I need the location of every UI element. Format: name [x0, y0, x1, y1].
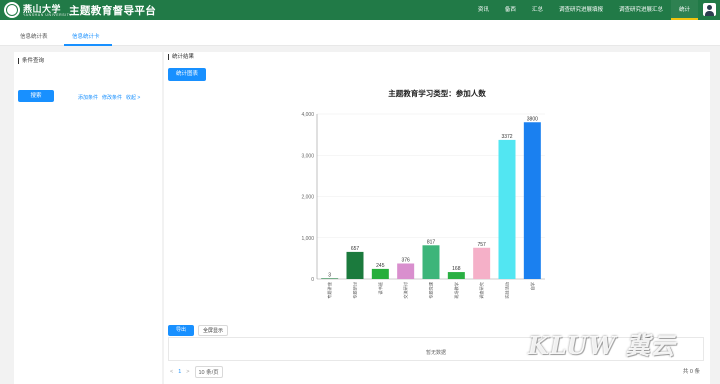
- main-nav: 资讯 备西 汇总 调查研究进展填报 调查研究进展汇总 统计: [470, 0, 698, 20]
- bar-value-label: 245: [376, 263, 385, 269]
- next-page-icon[interactable]: >: [186, 369, 189, 375]
- nav-item-research-report[interactable]: 调查研究进展填报: [551, 0, 611, 20]
- active-tab-indicator: [64, 44, 112, 46]
- search-button[interactable]: 搜索: [18, 90, 54, 102]
- condition-links: 添加条件 修改条件 收起 >: [78, 94, 140, 101]
- nav-item-statistics[interactable]: 统计: [670, 0, 698, 20]
- fullscreen-button[interactable]: 全屏显示: [198, 325, 228, 336]
- university-logo-icon: [4, 2, 20, 18]
- bar: [447, 272, 465, 279]
- watermark-logo: KLUW 冀云: [528, 331, 676, 360]
- bar-chart: 0 1,000 2,000 3,000 4,000 3 专题讲座 657 专题研讨 245 读书班 3…: [301, 112, 545, 299]
- bar: [397, 263, 415, 279]
- x-tick-label: 自学: [529, 282, 536, 290]
- x-tick-label: 读书班: [377, 282, 384, 295]
- bar-value-label: 757: [477, 242, 486, 248]
- sub-tabs: 信息统计表 信息统计卡: [0, 20, 720, 46]
- bar: [473, 247, 491, 279]
- condition-panel-title: 条件查询: [18, 58, 44, 64]
- bar-value-label: 376: [401, 257, 410, 263]
- x-tick-label: 交流研讨: [402, 282, 409, 299]
- bar-value-label: 657: [351, 246, 360, 252]
- page-number[interactable]: 1: [178, 369, 181, 375]
- left-panel-body: [14, 120, 162, 384]
- y-tick-label: 1,000: [301, 236, 314, 242]
- x-tick-label: 现场教学: [453, 282, 460, 299]
- prev-page-icon[interactable]: <: [170, 369, 173, 375]
- x-tick-label: 专题党课: [428, 281, 435, 299]
- y-tick-label: 2,000: [301, 195, 314, 201]
- tab-info-card[interactable]: 信息统计卡: [72, 32, 100, 40]
- total-count: 共 0 条: [682, 369, 700, 375]
- bar: [523, 122, 541, 279]
- page-size-select[interactable]: 10 条/页: [194, 366, 223, 378]
- bar: [371, 268, 389, 279]
- bar: [422, 245, 440, 279]
- university-subtitle: YANSHAN UNIVERSITY: [23, 13, 73, 17]
- x-tick-label: 专题讲座: [326, 282, 333, 299]
- nav-item-news[interactable]: 资讯: [470, 0, 497, 20]
- pagination: < 1 > 10 条/页: [170, 366, 223, 378]
- edit-condition-link[interactable]: 修改条件: [102, 94, 122, 101]
- tab-info-table[interactable]: 信息统计表: [20, 32, 48, 40]
- y-tick-label: 3,000: [301, 153, 314, 159]
- bar-value-label: 3800: [527, 116, 538, 122]
- x-tick-label: 实践活动: [504, 282, 511, 299]
- collapse-link[interactable]: 收起 >: [126, 94, 140, 101]
- bar-value-label: 817: [427, 239, 436, 245]
- top-header: 燕山大学 YANSHAN UNIVERSITY 主题教育督导平台 资讯 备西 汇…: [0, 0, 720, 20]
- export-button[interactable]: 导出: [168, 325, 194, 336]
- bar: [321, 278, 339, 279]
- bar-value-label: 3: [328, 272, 331, 278]
- nav-item-research-summary[interactable]: 调查研究进展汇总: [611, 0, 671, 20]
- x-tick-label: 专题研讨: [352, 282, 359, 299]
- bar-value-label: 3372: [501, 134, 512, 140]
- bar: [346, 251, 364, 279]
- bar: [498, 139, 516, 279]
- bar-value-label: 168: [452, 266, 461, 272]
- y-tick-label: 4,000: [301, 112, 314, 118]
- app-title: 主题教育督导平台: [69, 5, 157, 17]
- condition-panel: 条件查询 搜索 添加条件 修改条件 收起 >: [14, 52, 162, 120]
- y-tick-label: 0: [311, 277, 314, 283]
- nav-item-records[interactable]: 备西: [497, 0, 524, 20]
- nav-item-summary[interactable]: 汇总: [524, 0, 551, 20]
- add-condition-link[interactable]: 添加条件: [78, 94, 98, 101]
- user-avatar-icon[interactable]: [703, 3, 716, 16]
- x-tick-label: 调查研究: [478, 281, 485, 299]
